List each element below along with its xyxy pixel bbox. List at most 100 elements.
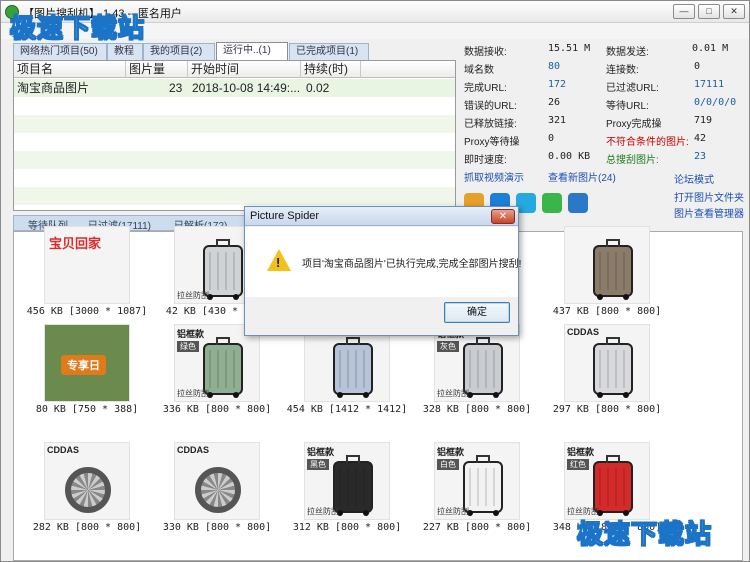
tab-my-projects[interactable]: 我的项目(2) xyxy=(143,43,215,60)
wheel-detail-image xyxy=(65,467,111,513)
stat-label: 已释放链接: xyxy=(464,119,517,130)
gallery-item[interactable]: 铝框款 白色 拉丝防刮 227 KB [800 * 800] xyxy=(412,442,542,552)
gallery-caption: 80 KB [750 * 388] xyxy=(35,404,139,415)
stat-value: 321 xyxy=(548,115,567,126)
gallery-item[interactable]: 铝框款 绿色 拉丝防刮 336 KB [800 * 800] xyxy=(152,324,282,434)
stat-label: 已过滤URL: xyxy=(606,83,659,94)
maximize-button[interactable]: □ xyxy=(698,4,720,19)
gallery-item[interactable]: CDDAS 282 KB [800 * 800] xyxy=(22,442,152,552)
suitcase-image xyxy=(593,239,633,300)
product-heading: 铝框款 xyxy=(307,447,335,457)
stat-value: 0.01 M xyxy=(692,43,729,54)
col-start[interactable]: 开始时间 xyxy=(188,61,301,78)
product-heading: CDDAS xyxy=(567,327,600,337)
stat-value: 42 xyxy=(694,133,707,144)
main-window: 【图片搜刮机】 1.43 -- 匿名用户 — □ ✕ 项 目 网络热门项目(50… xyxy=(0,0,750,562)
gallery-caption: 437 KB [800 * 800] xyxy=(552,306,662,317)
product-label: 拉丝防刮 xyxy=(177,389,209,398)
open-folder-link[interactable]: 打开图片文件夹 xyxy=(674,189,744,204)
table-header: 项目名 图片量 开始时间 持续(时) xyxy=(14,61,455,78)
stat-label: 数据接收: xyxy=(464,47,507,58)
gallery-item[interactable]: 437 KB [800 * 800] xyxy=(542,226,672,336)
stat-label: 数据发送: xyxy=(606,47,649,58)
stat-value: 15.51 M xyxy=(548,43,591,54)
gallery-thumbnail xyxy=(564,226,650,304)
stat-label: 完成URL: xyxy=(464,83,507,94)
suitcase-image xyxy=(203,239,243,300)
table-row[interactable]: 淘宝商品图片 23 2018-10-08 14:49:... 0.02 xyxy=(14,79,455,97)
gallery-caption: 456 KB [3000 * 1087] xyxy=(26,306,148,317)
wechat-icon[interactable] xyxy=(542,193,562,213)
col-name[interactable]: 项目名 xyxy=(14,61,126,78)
suitcase-image xyxy=(333,337,373,398)
tab-tutorial[interactable]: 教程 xyxy=(107,43,143,60)
qq-icon[interactable] xyxy=(516,193,536,213)
gallery-item[interactable]: CDDAS 297 KB [800 * 800] xyxy=(542,324,672,434)
gallery-thumbnail: CDDAS xyxy=(44,442,130,520)
message-dialog: Picture Spider ✕ ! 项目'淘宝商品图片'已执行完成,完成全部图… xyxy=(244,206,521,336)
stat-value: 26 xyxy=(548,97,561,108)
product-heading: 铝框款 xyxy=(567,447,595,457)
gallery-caption: 282 KB [800 * 800] xyxy=(32,522,142,533)
gallery-thumbnail: 宝贝回家 xyxy=(44,226,130,304)
color-tag: 黑色 xyxy=(307,459,329,470)
stats-panel: 数据接收: 15.51 M 数据发送: 0.01 M 域名数 80 连接数: 0… xyxy=(464,39,746,220)
table-stripe xyxy=(14,187,455,205)
tab-completed[interactable]: 已完成项目(1) xyxy=(289,43,369,60)
new-images-link[interactable]: 查看新图片(24) xyxy=(548,169,616,184)
stat-label: 错误的URL: xyxy=(464,101,517,112)
gallery-thumbnail: CDDAS xyxy=(174,442,260,520)
banner-text: 专享日 xyxy=(61,355,106,375)
row-count: 23 xyxy=(169,81,183,95)
image-manager-link[interactable]: 图片查看管理器 xyxy=(674,205,744,220)
gallery-thumbnail: 专享日 xyxy=(44,324,130,402)
gallery-item[interactable]: CDDAS 330 KB [800 * 800] xyxy=(152,442,282,552)
gallery-caption: 454 KB [1412 * 1412] xyxy=(286,404,408,415)
table-stripe xyxy=(14,115,455,133)
color-tag: 白色 xyxy=(437,459,459,470)
gallery-thumbnail: 铝框款 白色 拉丝防刮 xyxy=(434,442,520,520)
stat-value: 23 xyxy=(694,151,707,162)
gallery-caption: 297 KB [800 * 800] xyxy=(552,404,662,415)
color-tag: 绿色 xyxy=(177,341,199,352)
tab-running[interactable]: 运行中..(1) xyxy=(216,42,288,60)
product-label: 拉丝防刮 xyxy=(437,507,469,516)
video-demo-link[interactable]: 抓取视频演示 xyxy=(464,169,524,184)
dialog-close-button[interactable]: ✕ xyxy=(491,209,515,224)
dialog-title-bar: Picture Spider ✕ xyxy=(245,207,518,226)
forum-link[interactable]: 论坛模式 xyxy=(674,171,714,186)
dialog-ok-button[interactable]: 确定 xyxy=(444,302,510,323)
gallery-item[interactable]: 宝贝回家 456 KB [3000 * 1087] xyxy=(22,226,152,336)
watermark: 极速下载站 xyxy=(576,520,713,551)
gallery-item[interactable]: 铝框款黑色拉丝防刮 312 KB [800 * 800] xyxy=(282,442,412,552)
gallery-item[interactable]: 454 KB [1412 * 1412] xyxy=(282,324,412,434)
suitcase-image xyxy=(463,337,503,398)
gallery-thumbnail: 铝框款 黑色 拉丝防刮 xyxy=(304,442,390,520)
row-start: 2018-10-08 14:49:... xyxy=(192,81,301,95)
dialog-title: Picture Spider xyxy=(250,210,320,222)
stat-value: 0/0/0/0 xyxy=(694,97,737,108)
warning-icon-mark: ! xyxy=(276,255,281,270)
tab-hot-projects[interactable]: 网络热门项目(50) xyxy=(13,43,107,60)
stat-label: 域名数 xyxy=(464,65,494,76)
dialog-body: ! 项目'淘宝商品图片'已执行完成,完成全部图片搜刮! xyxy=(245,227,521,297)
minimize-button[interactable]: — xyxy=(673,4,695,19)
aperture-icon[interactable] xyxy=(568,193,588,213)
stat-value: 172 xyxy=(548,79,567,90)
gallery-item[interactable]: 铝框款灰色拉丝防刮328 KB [800 * 800] xyxy=(412,324,542,434)
gallery-caption: 312 KB [800 * 800] xyxy=(292,522,402,533)
color-tag: 灰色 xyxy=(437,341,459,352)
suitcase-image xyxy=(463,455,503,516)
gallery-caption: 336 KB [800 * 800] xyxy=(162,404,272,415)
stat-value: 719 xyxy=(694,115,713,126)
gallery-item[interactable]: 专享日 80 KB [750 * 388] xyxy=(22,324,152,434)
product-label: 拉丝防刮 xyxy=(307,507,339,516)
product-label: 拉丝防刮 xyxy=(177,291,209,300)
col-count[interactable]: 图片量 xyxy=(126,61,188,78)
stat-label: 等待URL: xyxy=(606,101,649,112)
suitcase-image xyxy=(593,337,633,398)
col-duration[interactable]: 持续(时) xyxy=(301,61,361,78)
close-button[interactable]: ✕ xyxy=(723,4,745,19)
wheel-detail-image xyxy=(195,467,241,513)
logo-image: 宝贝回家 xyxy=(49,236,102,251)
